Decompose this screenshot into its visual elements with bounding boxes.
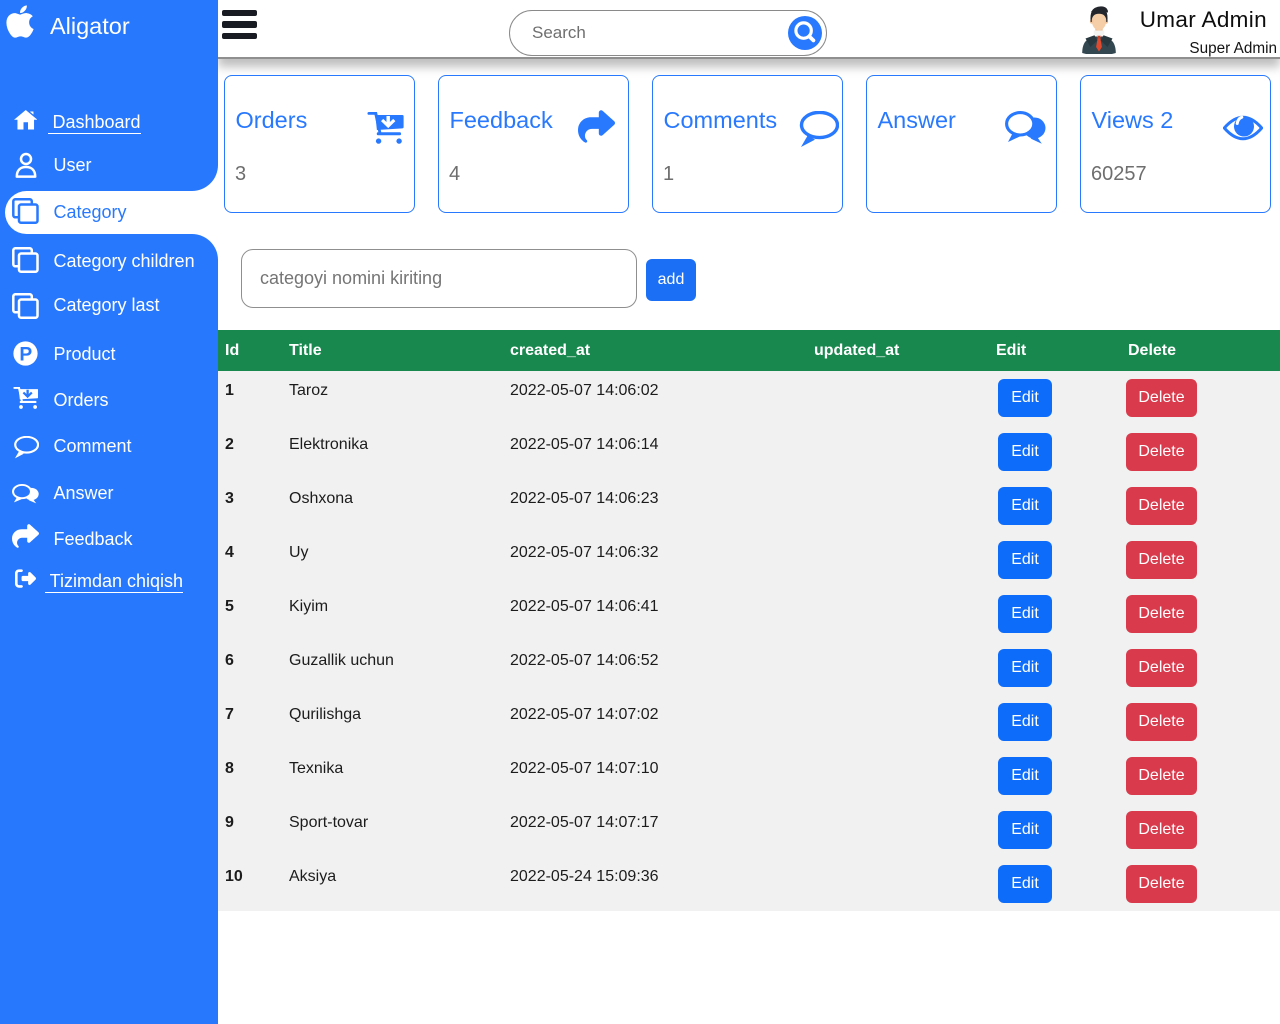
svg-text:P: P xyxy=(19,345,32,366)
